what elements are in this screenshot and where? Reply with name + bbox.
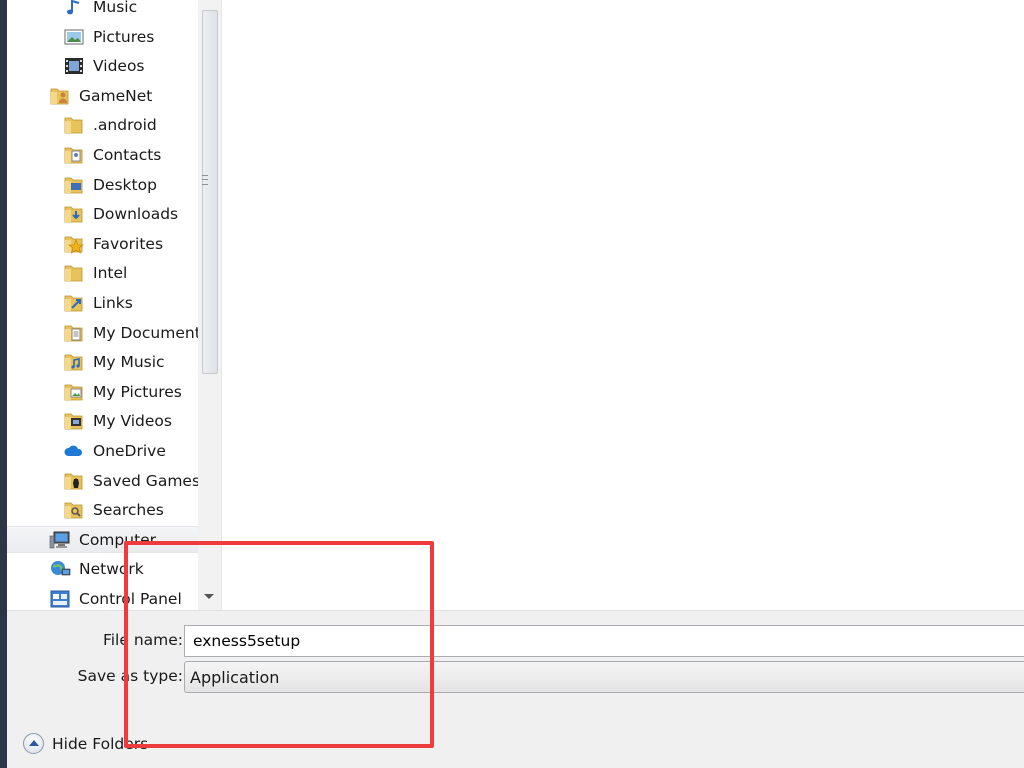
links-folder-icon (63, 293, 85, 313)
documents-folder-icon (63, 323, 85, 343)
tree-item[interactable]: Pictures (7, 23, 198, 50)
tree-item[interactable]: Contacts (7, 141, 198, 168)
desktop-folder-icon (63, 175, 85, 195)
tree-item[interactable]: Links (7, 289, 198, 316)
tree-item-label: Saved Games (93, 471, 198, 490)
filename-input[interactable] (184, 625, 1024, 657)
music-library-icon (63, 0, 85, 17)
tree-item[interactable]: Intel (7, 259, 198, 286)
user-folder-icon (49, 86, 71, 106)
save-as-type-select[interactable]: Application (184, 661, 1024, 693)
tree-item-label: Network (79, 559, 144, 578)
folder-tree[interactable]: Music Pictures Videos GameNet .android Contac… (7, 0, 198, 610)
tree-item-label: .android (93, 115, 157, 134)
favorites-folder-icon (63, 234, 85, 254)
filename-label: File name: (102, 631, 183, 649)
tree-item-label: Control Panel (79, 589, 182, 608)
videos-folder-icon (63, 411, 85, 431)
tree-item-label: Contacts (93, 145, 162, 164)
navigation-scrollbar[interactable] (198, 0, 221, 610)
tree-item[interactable]: Videos (7, 52, 198, 79)
tree-item[interactable]: Computer (7, 526, 198, 553)
tree-item-label: Searches (93, 500, 164, 519)
tree-item[interactable]: Saved Games (7, 467, 198, 494)
folder-icon (63, 115, 85, 135)
tree-item[interactable]: My Music (7, 348, 198, 375)
tree-item-label: Desktop (93, 175, 157, 194)
collapse-up-icon (23, 733, 44, 754)
pictures-library-icon (63, 27, 85, 47)
videos-library-icon (63, 56, 85, 76)
scroll-down-arrow-icon[interactable] (204, 594, 214, 599)
computer-icon (49, 530, 71, 550)
tree-item[interactable]: Searches (7, 496, 198, 523)
tree-item[interactable]: My Documents (7, 319, 198, 346)
tree-item-label: Videos (93, 56, 145, 75)
tree-item[interactable]: My Pictures (7, 378, 198, 405)
hide-folders-button[interactable]: Hide Folders (23, 733, 148, 754)
saved-games-folder-icon (63, 471, 85, 491)
tree-item-label: Links (93, 293, 133, 312)
hide-folders-label: Hide Folders (52, 734, 149, 753)
downloads-folder-icon (63, 204, 85, 224)
tree-item-label: My Pictures (93, 382, 182, 401)
tree-item-label: My Documents (93, 323, 198, 342)
tree-item[interactable]: Favorites (7, 230, 198, 257)
tree-item[interactable]: Downloads (7, 200, 198, 227)
file-list-area[interactable] (222, 0, 1024, 610)
tree-item[interactable]: Music (7, 0, 198, 20)
tree-item-label: Intel (93, 263, 128, 282)
searches-folder-icon (63, 500, 85, 520)
pictures-folder-icon (63, 382, 85, 402)
contacts-folder-icon (63, 145, 85, 165)
tree-item-label: Pictures (93, 27, 155, 46)
tree-item[interactable]: GameNet (7, 82, 198, 109)
save-options-panel: File name: Save as type: Application Hid… (7, 610, 1024, 768)
control-panel-icon (49, 589, 71, 609)
tree-item-label: Computer (79, 530, 157, 549)
scrollbar-thumb[interactable] (202, 10, 218, 374)
network-icon (49, 559, 71, 579)
tree-item-label: Downloads (93, 204, 179, 223)
tree-item[interactable]: .android (7, 111, 198, 138)
save-as-type-value: Application (190, 667, 280, 687)
tree-item[interactable]: Network (7, 555, 198, 582)
tree-item[interactable]: OneDrive (7, 437, 198, 464)
tree-item-label: My Videos (93, 411, 172, 430)
tree-item-label: GameNet (79, 86, 153, 105)
tree-item[interactable]: My Videos (7, 407, 198, 434)
tree-item[interactable]: Control Panel (7, 585, 198, 610)
window-frame-edge (0, 0, 7, 768)
navigation-pane[interactable]: Music Pictures Videos GameNet .android Contac… (7, 0, 222, 610)
tree-item-label: OneDrive (93, 441, 166, 460)
music-folder-icon (63, 352, 85, 372)
tree-item-label: Music (93, 0, 138, 16)
folder-icon (63, 263, 85, 283)
tree-item-label: My Music (93, 352, 165, 371)
save-as-type-label: Save as type: (77, 667, 183, 685)
onedrive-cloud-icon (63, 441, 85, 461)
tree-item[interactable]: Desktop (7, 171, 198, 198)
scrollbar-grip-icon (202, 175, 208, 185)
tree-item-label: Favorites (93, 234, 164, 253)
